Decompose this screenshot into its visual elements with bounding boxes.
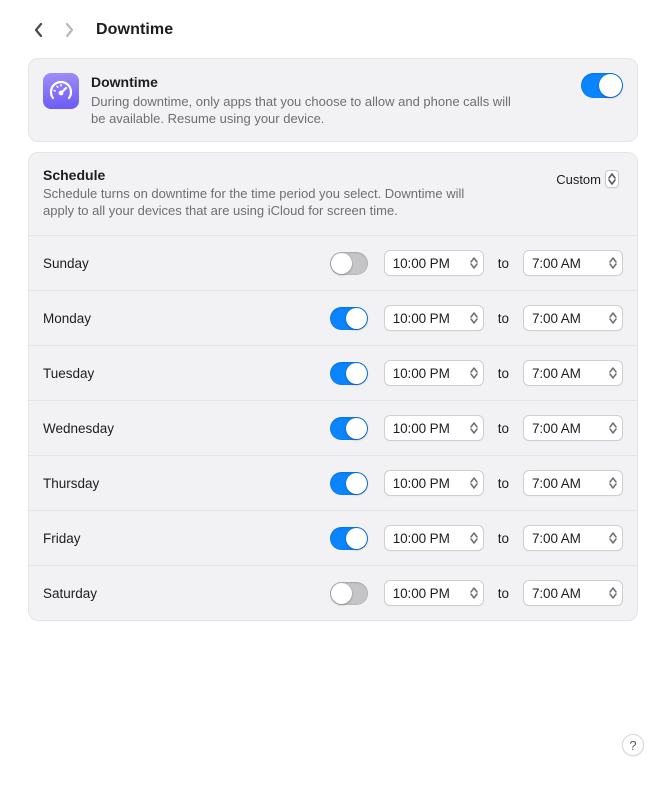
start-time-value: 10:00 PM xyxy=(393,421,450,436)
day-row: Monday 10:00 PM to 7:00 AM xyxy=(29,290,637,345)
stepper-icon xyxy=(607,474,619,492)
stepper-icon xyxy=(468,474,480,492)
panel-title: Downtime xyxy=(91,73,569,91)
help-button[interactable]: ? xyxy=(622,734,644,756)
to-label: to xyxy=(492,366,515,381)
day-row: Friday 10:00 PM to 7:00 AM xyxy=(29,510,637,565)
day-toggle[interactable] xyxy=(330,582,368,605)
start-time-value: 10:00 PM xyxy=(393,531,450,546)
end-time-field[interactable]: 7:00 AM xyxy=(523,360,623,386)
start-time-field[interactable]: 10:00 PM xyxy=(384,580,484,606)
help-label: ? xyxy=(629,738,636,753)
downtime-master-toggle[interactable] xyxy=(581,73,623,98)
start-time-field[interactable]: 10:00 PM xyxy=(384,360,484,386)
preferences-window: Downtime Downtime During downtime, only … xyxy=(0,0,666,798)
day-row: Wednesday 10:00 PM to 7:00 AM xyxy=(29,400,637,455)
end-time-value: 7:00 AM xyxy=(532,586,581,601)
schedule-title: Schedule xyxy=(43,167,536,183)
end-time-field[interactable]: 7:00 AM xyxy=(523,250,623,276)
day-label: Monday xyxy=(43,311,91,326)
end-time-field[interactable]: 7:00 AM xyxy=(523,305,623,331)
start-time-value: 10:00 PM xyxy=(393,366,450,381)
to-label: to xyxy=(492,531,515,546)
gauge-icon xyxy=(49,79,73,103)
end-time-value: 7:00 AM xyxy=(532,311,581,326)
day-row: Thursday 10:00 PM to 7:00 AM xyxy=(29,455,637,510)
page-title: Downtime xyxy=(96,21,173,39)
schedule-mode-select[interactable]: Custom xyxy=(548,167,623,191)
end-time-field[interactable]: 7:00 AM xyxy=(523,580,623,606)
end-time-field[interactable]: 7:00 AM xyxy=(523,415,623,441)
downtime-icon xyxy=(43,73,79,109)
day-row: Saturday 10:00 PM to 7:00 AM xyxy=(29,565,637,620)
stepper-icon xyxy=(468,584,480,602)
chevron-left-icon xyxy=(34,22,44,38)
day-toggle[interactable] xyxy=(330,362,368,385)
stepper-icon xyxy=(468,529,480,547)
stepper-icon xyxy=(468,364,480,382)
day-label: Tuesday xyxy=(43,366,94,381)
to-label: to xyxy=(492,256,515,271)
back-button[interactable] xyxy=(30,18,48,42)
start-time-field[interactable]: 10:00 PM xyxy=(384,525,484,551)
day-label: Sunday xyxy=(43,256,89,271)
to-label: to xyxy=(492,476,515,491)
day-label: Friday xyxy=(43,531,81,546)
day-row: Tuesday 10:00 PM to 7:00 AM xyxy=(29,345,637,400)
stepper-icon xyxy=(607,529,619,547)
to-label: to xyxy=(492,421,515,436)
end-time-value: 7:00 AM xyxy=(532,531,581,546)
end-time-value: 7:00 AM xyxy=(532,476,581,491)
stepper-icon xyxy=(468,419,480,437)
day-toggle[interactable] xyxy=(330,527,368,550)
day-toggle[interactable] xyxy=(330,417,368,440)
start-time-field[interactable]: 10:00 PM xyxy=(384,470,484,496)
stepper-icon xyxy=(607,254,619,272)
schedule-description: Schedule turns on downtime for the time … xyxy=(43,185,473,219)
day-toggle[interactable] xyxy=(330,472,368,495)
day-row: Sunday 10:00 PM to 7:00 AM xyxy=(29,235,637,290)
stepper-icon xyxy=(607,419,619,437)
start-time-value: 10:00 PM xyxy=(393,311,450,326)
start-time-field[interactable]: 10:00 PM xyxy=(384,250,484,276)
end-time-field[interactable]: 7:00 AM xyxy=(523,525,623,551)
stepper-icon xyxy=(607,584,619,602)
schedule-card: Schedule Schedule turns on downtime for … xyxy=(28,152,638,621)
stepper-icon xyxy=(607,309,619,327)
start-time-field[interactable]: 10:00 PM xyxy=(384,415,484,441)
header: Downtime xyxy=(14,18,652,58)
end-time-value: 7:00 AM xyxy=(532,421,581,436)
end-time-field[interactable]: 7:00 AM xyxy=(523,470,623,496)
day-toggle[interactable] xyxy=(330,252,368,275)
start-time-value: 10:00 PM xyxy=(393,586,450,601)
start-time-value: 10:00 PM xyxy=(393,256,450,271)
to-label: to xyxy=(492,586,515,601)
end-time-value: 7:00 AM xyxy=(532,256,581,271)
start-time-value: 10:00 PM xyxy=(393,476,450,491)
start-time-field[interactable]: 10:00 PM xyxy=(384,305,484,331)
chevron-right-icon xyxy=(64,22,74,38)
downtime-panel: Downtime During downtime, only apps that… xyxy=(28,58,638,142)
day-label: Wednesday xyxy=(43,421,114,436)
forward-button[interactable] xyxy=(60,18,78,42)
to-label: to xyxy=(492,311,515,326)
panel-description: During downtime, only apps that you choo… xyxy=(91,93,521,127)
stepper-icon xyxy=(468,309,480,327)
stepper-icon xyxy=(607,364,619,382)
day-label: Thursday xyxy=(43,476,99,491)
stepper-icon xyxy=(468,254,480,272)
end-time-value: 7:00 AM xyxy=(532,366,581,381)
day-label: Saturday xyxy=(43,586,97,601)
day-toggle[interactable] xyxy=(330,307,368,330)
stepper-icon xyxy=(605,170,619,188)
schedule-mode-value: Custom xyxy=(556,172,601,187)
